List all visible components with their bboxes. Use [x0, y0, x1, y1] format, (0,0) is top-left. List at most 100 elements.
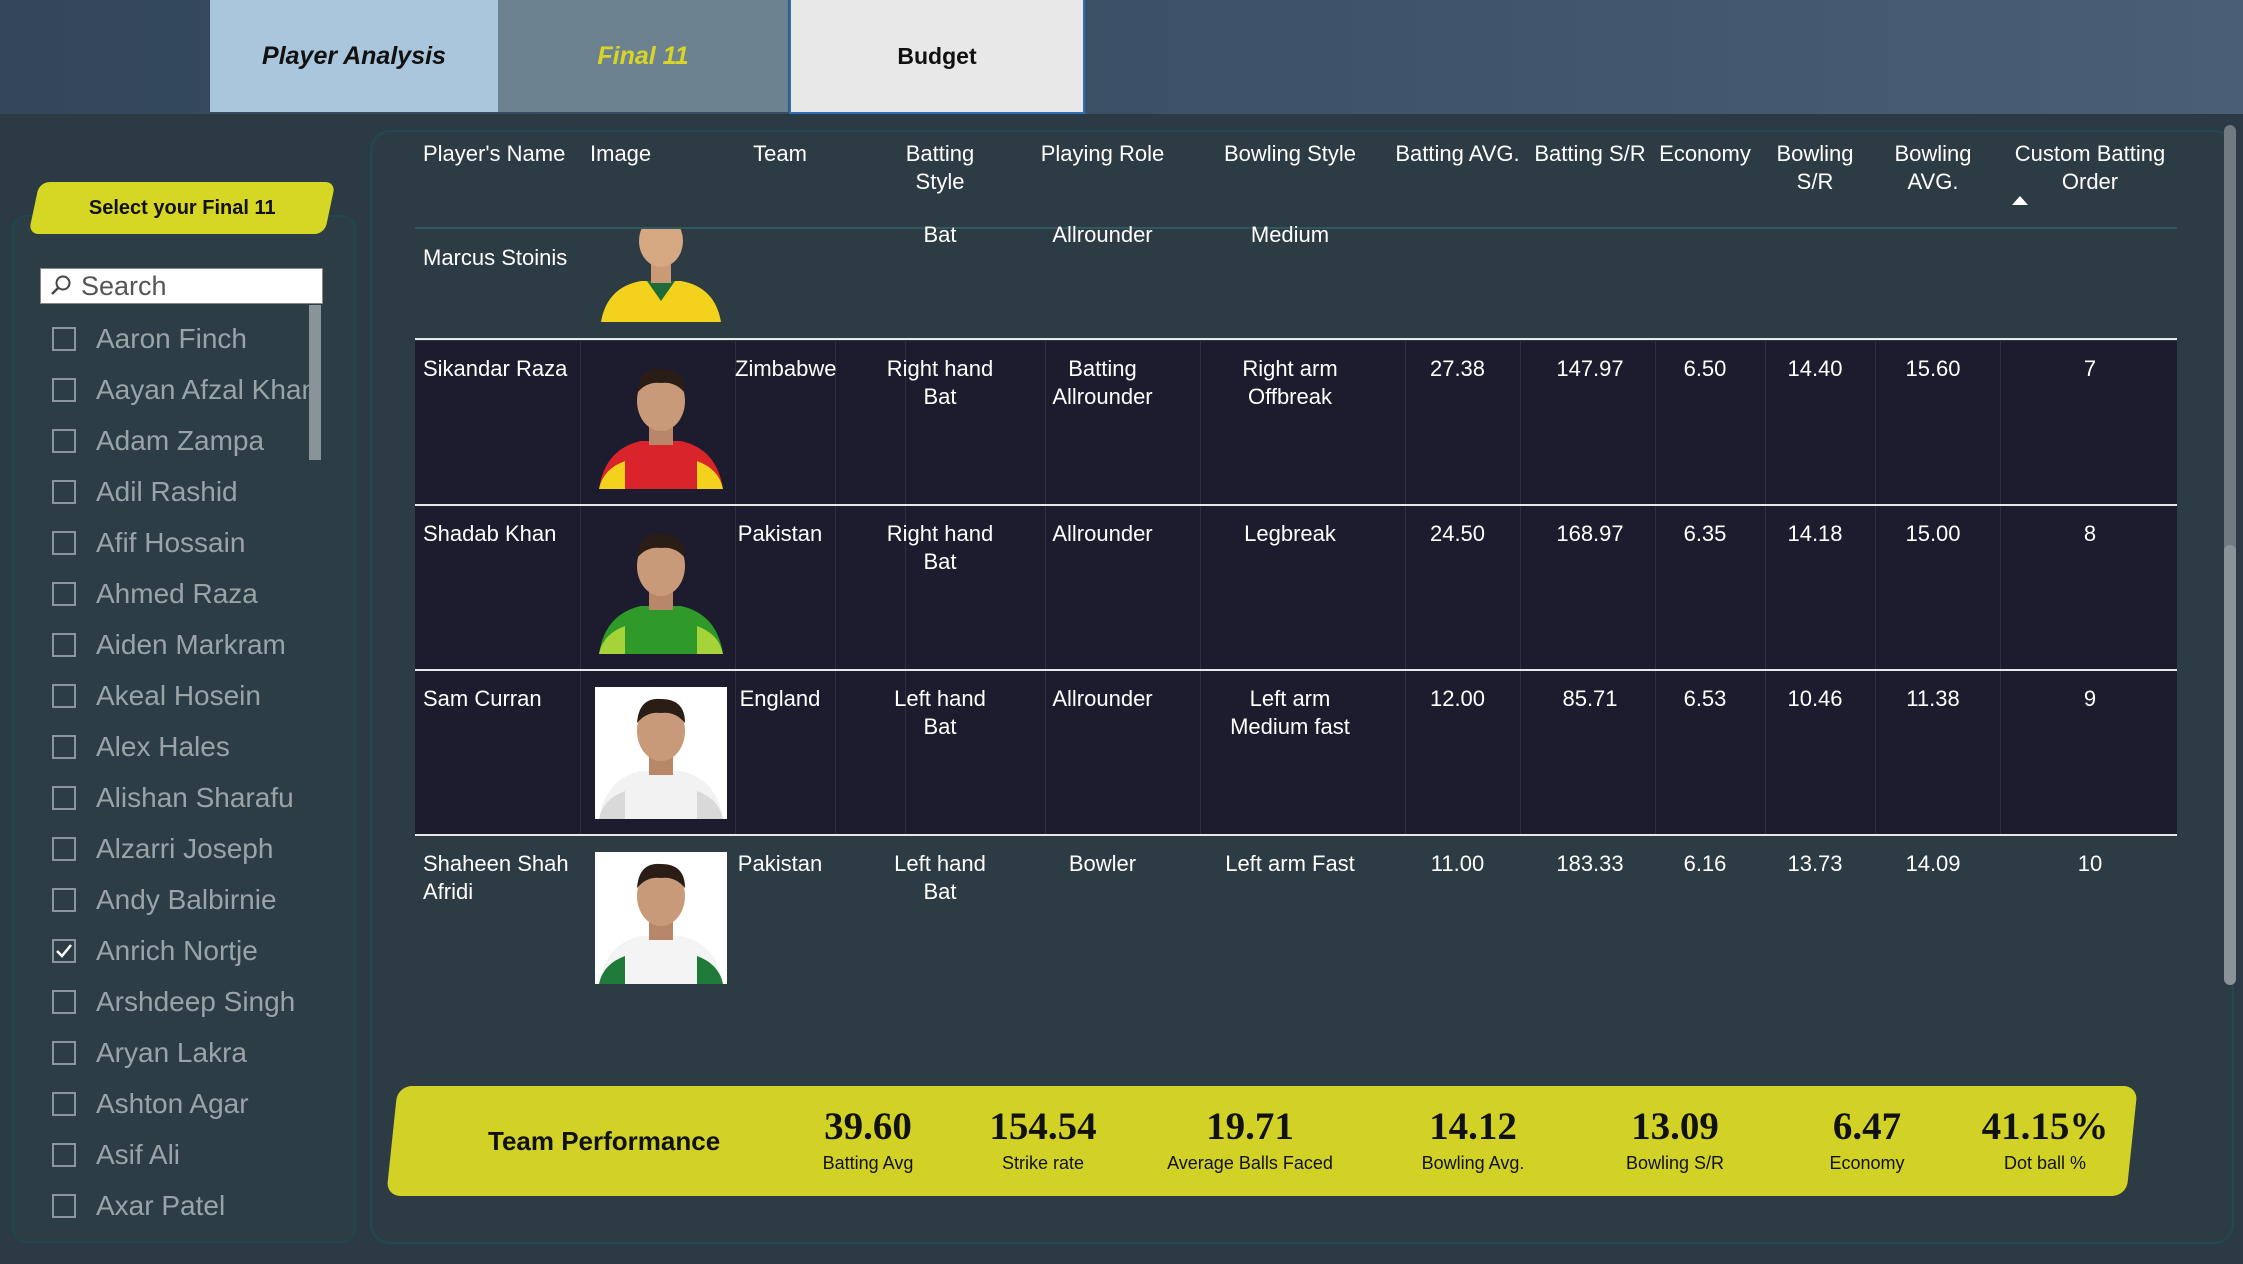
column-divider [835, 671, 836, 834]
slicer-scrollbar[interactable] [309, 305, 321, 460]
table-row[interactable]: Shaheen Shah Afridi Pakistan Left hand Bat Bo… [415, 836, 2177, 996]
cell-bowl-sr: 10.46 [1787, 686, 1843, 711]
header-batting-avg[interactable]: Batting AVG. [1390, 140, 1525, 168]
player-photo [595, 357, 727, 489]
kpi-label: Strike rate [1001, 1153, 1085, 1173]
search-box[interactable] [40, 268, 323, 304]
tab-final-11[interactable]: Final 11 [498, 0, 788, 112]
tab-budget[interactable]: Budget [789, 0, 1085, 114]
checkbox[interactable] [52, 734, 76, 759]
checkbox[interactable] [52, 1091, 76, 1116]
slicer-item[interactable]: Adam Zampa [52, 415, 332, 466]
header-custom-batting-order[interactable]: Custom Batting Order [2005, 140, 2175, 196]
cell-bs: Left hand Bat [894, 686, 986, 739]
tab-player-analysis[interactable]: Player Analysis [210, 0, 498, 112]
cell-bat-avg: 11.00 [1430, 851, 1485, 876]
slicer-item[interactable]: Asif Ali [52, 1129, 332, 1180]
checkbox[interactable] [52, 581, 76, 606]
header-bowling-style[interactable]: Bowling Style [1200, 140, 1380, 168]
cell-bowl-avg: 15.00 [1905, 521, 1961, 546]
cell-bat-avg: 27.38 [1429, 356, 1486, 381]
checkbox[interactable] [52, 1193, 76, 1218]
slicer-item[interactable]: Axar Patel [52, 1180, 332, 1231]
header-batting-sr[interactable]: Batting S/R [1530, 140, 1650, 168]
kpi-value: 41.15% [1981, 1105, 2109, 1148]
table-row[interactable]: Sam Curran England Left hand Bat Allrounder L… [415, 671, 2177, 834]
slicer-item[interactable]: Aaron Finch [52, 313, 332, 364]
checkbox[interactable] [52, 989, 76, 1014]
slicer-item-label: Asif Ali [96, 1138, 181, 1170]
checkbox[interactable] [52, 1142, 76, 1167]
slicer-item[interactable]: Anrich Nortje [52, 925, 332, 976]
checkbox[interactable] [52, 377, 76, 402]
cell-order: 9 [2083, 686, 2097, 711]
slicer-item[interactable]: Afif Hossain [52, 517, 332, 568]
cell-order: 8 [2083, 521, 2097, 546]
slicer-item[interactable]: Aayan Afzal Khan [52, 364, 332, 415]
cell-player-name: Shadab Khan [423, 521, 557, 546]
cell-bs: Right hand Bat [886, 521, 994, 574]
checkbox[interactable] [52, 632, 76, 657]
checkbox[interactable] [52, 785, 76, 810]
slicer-item-label: Alex Hales [96, 730, 230, 762]
slicer-item-label: Arshdeep Singh [96, 985, 296, 1017]
slicer-list: Aaron Finch Aayan Afzal Khan Adam Zampa Adi… [52, 313, 332, 1233]
check-icon [56, 943, 72, 958]
slicer-item-label: Afif Hossain [96, 526, 246, 558]
slicer-item[interactable]: Ashton Agar [52, 1078, 332, 1129]
cell-bowl: Left arm Medium fast [1230, 686, 1350, 739]
checkbox[interactable] [52, 1040, 76, 1065]
slicer-item[interactable]: Alzarri Joseph [52, 823, 332, 874]
cell-player-name: Shaheen Shah Afridi [423, 851, 569, 904]
cell-batting-style: Bat [923, 222, 957, 247]
header-economy[interactable]: Economy [1655, 140, 1755, 168]
player-photo [595, 852, 727, 984]
checkbox[interactable] [52, 326, 76, 351]
search-icon [41, 269, 81, 303]
cell-team: England [739, 686, 821, 711]
slicer-item[interactable]: Arshdeep Singh [52, 976, 332, 1027]
slicer-item[interactable]: Alex Hales [52, 721, 332, 772]
column-divider [580, 506, 581, 669]
header-bowling-avg[interactable]: Bowling AVG. [1883, 140, 1983, 196]
cell-order: 7 [2083, 356, 2097, 381]
slicer-item[interactable]: Akeal Hosein [52, 670, 332, 721]
checkbox[interactable] [52, 530, 76, 555]
table-scrollbar-thumb[interactable] [2224, 545, 2236, 985]
search-input[interactable] [81, 270, 311, 302]
slicer-item[interactable]: Ahmed Raza [52, 568, 332, 619]
table-row[interactable]: Shadab Khan Pakistan Right hand Bat Allround… [415, 506, 2177, 669]
header-image[interactable]: Image [590, 140, 660, 168]
table-row-partial[interactable]: Marcus Stoinis Bat Allrounder Medium [415, 222, 2177, 339]
checkbox[interactable] [52, 836, 76, 861]
checkbox[interactable] [52, 479, 76, 504]
slicer-item-label: Akeal Hosein [96, 679, 261, 711]
slicer-item-label: Adil Rashid [96, 475, 238, 507]
header-playing-role[interactable]: Playing Role [1020, 140, 1185, 168]
checkbox-checked[interactable] [52, 938, 76, 963]
slicer-item[interactable]: Andy Balbirnie [52, 874, 332, 925]
checkbox[interactable] [52, 887, 76, 912]
checkbox[interactable] [52, 683, 76, 708]
slicer-item-label: Alishan Sharafu [96, 781, 294, 813]
cell-bat-sr: 168.97 [1556, 521, 1624, 546]
header-bowling-sr[interactable]: Bowling S/R [1765, 140, 1865, 196]
cell-bs: Right hand Bat [886, 356, 994, 409]
header-batting-style[interactable]: Batting Style [870, 140, 1010, 196]
slicer-item[interactable]: Aiden Markram [52, 619, 332, 670]
cell-player-name: Sam Curran [423, 686, 542, 711]
cell-bat-avg: 24.50 [1429, 521, 1486, 546]
cell-bat-sr: 85.71 [1562, 686, 1618, 711]
checkbox[interactable] [52, 428, 76, 453]
header-team[interactable]: Team [735, 140, 825, 168]
slicer-item[interactable]: Adil Rashid [52, 466, 332, 517]
cell-bowl-avg: 14.09 [1905, 851, 1961, 876]
cell-bat-sr: 183.33 [1556, 851, 1624, 876]
header-player-name[interactable]: Player's Name [423, 140, 573, 168]
slicer-item[interactable]: Aryan Lakra [52, 1027, 332, 1078]
slicer-title: Select your Final 11 [28, 182, 336, 234]
slicer-item[interactable]: Alishan Sharafu [52, 772, 332, 823]
table-row[interactable]: Sikandar Raza Zimbabwe Right hand Bat Battin… [415, 341, 2177, 504]
column-divider [2000, 671, 2001, 834]
sort-ascending-icon[interactable] [2012, 196, 2028, 205]
